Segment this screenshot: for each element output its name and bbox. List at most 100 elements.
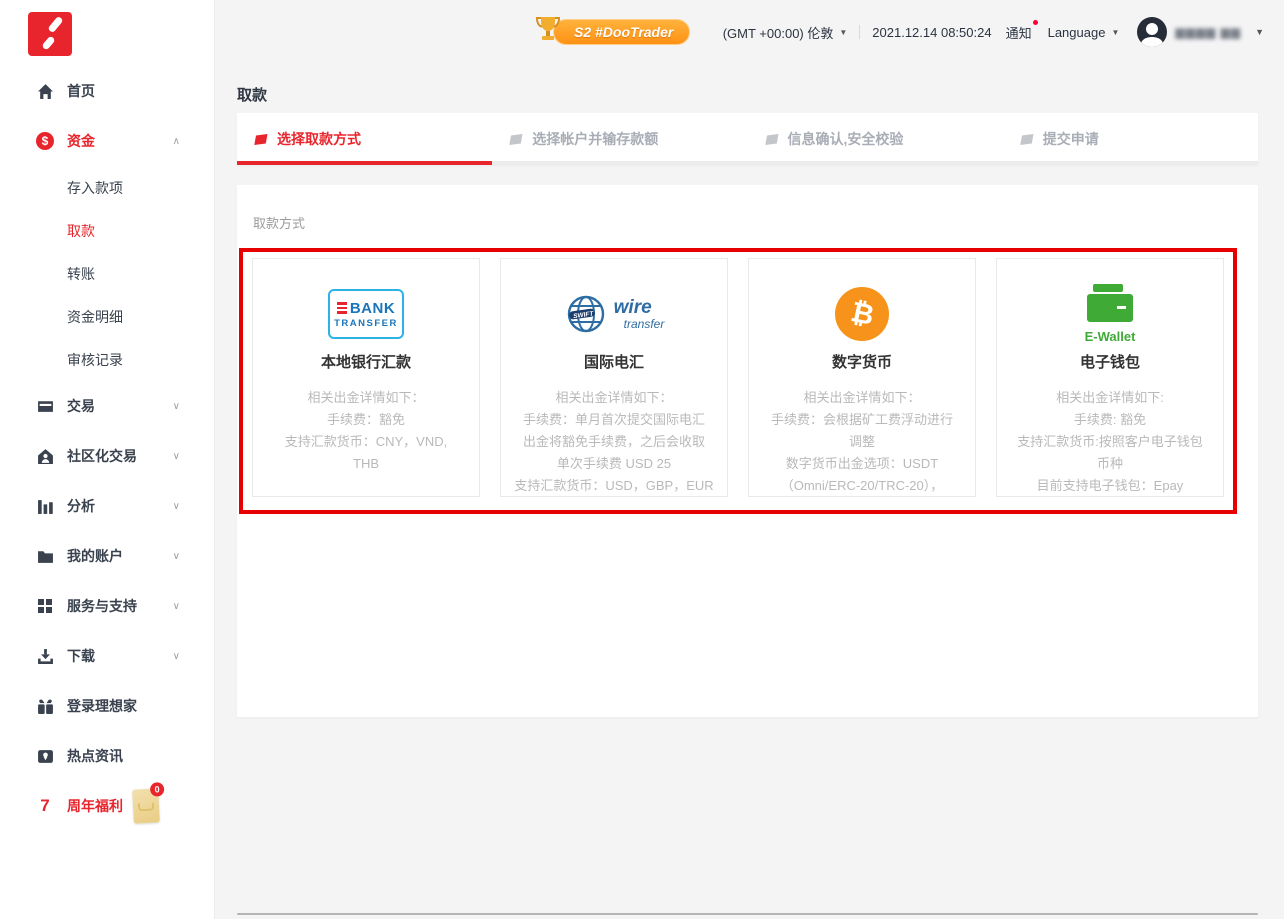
sidebar-item-login-idealhub[interactable]: 登录理想家 bbox=[0, 681, 214, 731]
sidebar-item-fund-details[interactable]: 资金明细 bbox=[0, 295, 214, 338]
sidebar-item-deposit[interactable]: 存入款项 bbox=[0, 166, 214, 209]
bitcoin-symbol: ₿ bbox=[848, 296, 877, 332]
ewallet-logo: E-Wallet bbox=[997, 275, 1223, 353]
card-title: 本地银行汇款 bbox=[253, 353, 479, 373]
chevron-down-icon bbox=[173, 451, 180, 462]
transfer-word: TRANSFER bbox=[334, 318, 398, 329]
user-avatar[interactable] bbox=[1137, 17, 1167, 47]
gift-icon bbox=[36, 697, 54, 715]
sidebar-item-label: 登录理想家 bbox=[67, 696, 137, 716]
step-choose-method[interactable]: 选择取款方式 bbox=[237, 113, 492, 165]
community-house-icon bbox=[36, 447, 54, 465]
step-submit[interactable]: 提交申请 bbox=[1003, 113, 1258, 165]
dollar-icon: $ bbox=[36, 132, 54, 150]
step-account-amount[interactable]: 选择帐户并输存款额 bbox=[492, 113, 747, 165]
sidebar-menu: 首页 $ 资金 存入款项 取款 转账 资金明细 审核记录 交易 bbox=[0, 66, 214, 831]
user-menu-caret[interactable]: ▼ bbox=[1255, 27, 1264, 37]
doo-prime-logo[interactable] bbox=[28, 12, 72, 56]
avatar-bust bbox=[1141, 37, 1163, 47]
section-label: 取款方式 bbox=[253, 213, 305, 232]
avatar-head bbox=[1146, 23, 1158, 35]
sidebar-item-audit-records[interactable]: 审核记录 bbox=[0, 338, 214, 381]
language-label: Language bbox=[1048, 25, 1106, 40]
anniversary-7: 7 bbox=[36, 796, 54, 816]
step-label: 选择帐户并输存款额 bbox=[532, 129, 658, 149]
sidebar-item-anniversary[interactable]: 7 周年福利 0 bbox=[0, 781, 214, 831]
sidebar-item-withdrawal[interactable]: 取款 bbox=[0, 209, 214, 252]
withdrawal-methods-panel: 取款方式 BANK TRANSFER 本地银行汇款 相关出金详情如下： bbox=[237, 185, 1258, 717]
gold-voucher-icon[interactable]: 0 bbox=[132, 788, 160, 823]
flag-icon bbox=[765, 133, 779, 146]
sidebar-item-label: 社区化交易 bbox=[67, 446, 137, 466]
sidebar-item-services-support[interactable]: 服务与支持 bbox=[0, 581, 214, 631]
bitcoin-logo: ₿ bbox=[749, 275, 975, 353]
chevron-down-icon bbox=[173, 401, 180, 412]
card-title: 国际电汇 bbox=[501, 353, 727, 373]
sidebar-item-download[interactable]: 下载 bbox=[0, 631, 214, 681]
location-news-icon bbox=[36, 747, 54, 765]
card-international-wire[interactable]: SWIFT wire transfer 国际电汇 相关出金详情如下： 手续费：单… bbox=[500, 258, 728, 497]
chevron-down-icon bbox=[173, 501, 180, 512]
sidebar-item-hot-news[interactable]: 热点资讯 bbox=[0, 731, 214, 781]
flag-icon bbox=[1020, 133, 1034, 146]
dootrader-badge[interactable]: S2 #DooTrader bbox=[533, 14, 690, 49]
sidebar-item-label: 首页 bbox=[67, 81, 95, 101]
card-e-wallet[interactable]: E-Wallet 电子钱包 相关出金详情如下: 手续费: 豁免 支持汇款货币:按… bbox=[996, 258, 1224, 497]
download-icon bbox=[36, 647, 54, 665]
step-label: 信息确认,安全校验 bbox=[788, 129, 904, 149]
chevron-down-icon bbox=[173, 551, 180, 562]
sidebar-item-my-account[interactable]: 我的账户 bbox=[0, 531, 214, 581]
card-title: 电子钱包 bbox=[997, 353, 1223, 373]
card-description: 相关出金详情如下： 手续费：会根据矿工费浮动进行 调整 数字货币出金选项：USD… bbox=[749, 387, 975, 497]
sidebar-item-community-trading[interactable]: 社区化交易 bbox=[0, 431, 214, 481]
flag-icon bbox=[509, 133, 523, 146]
sidebar-item-home[interactable]: 首页 bbox=[0, 66, 214, 116]
sidebar-item-trading[interactable]: 交易 bbox=[0, 381, 214, 431]
sidebar-item-label: 分析 bbox=[67, 496, 95, 516]
sidebar-item-label: 热点资讯 bbox=[67, 746, 123, 766]
sidebar-item-funds[interactable]: $ 资金 bbox=[0, 116, 214, 166]
sidebar-item-label: 我的账户 bbox=[67, 546, 123, 566]
step-underline bbox=[492, 161, 747, 165]
notifications-label: 通知 bbox=[1006, 26, 1032, 41]
badge-label: S2 #DooTrader bbox=[553, 19, 690, 45]
timezone-selector[interactable]: (GMT +00:00) 伦敦 bbox=[723, 23, 848, 42]
bottom-scrollbar[interactable] bbox=[237, 913, 1258, 915]
home-icon bbox=[36, 82, 54, 100]
bank-word: BANK bbox=[350, 300, 395, 317]
bank-bars-icon bbox=[337, 302, 347, 314]
card-description: 相关出金详情如下: 手续费: 豁免 支持汇款货币:按照客户电子钱包 币种 目前支… bbox=[997, 387, 1223, 497]
bank-transfer-logo: BANK TRANSFER bbox=[253, 275, 479, 353]
step-confirm-verify[interactable]: 信息确认,安全校验 bbox=[748, 113, 1003, 165]
sidebar-item-label: 周年福利 bbox=[67, 796, 123, 816]
sidebar-item-label: 审核记录 bbox=[67, 350, 123, 370]
username-blurred: ▆▆▆▆ ▆▆ bbox=[1175, 25, 1241, 39]
chevron-down-icon bbox=[173, 651, 180, 662]
ewallet-word: E-Wallet bbox=[1085, 329, 1136, 344]
sidebar-item-label: 存入款项 bbox=[67, 178, 123, 198]
step-underline bbox=[1003, 161, 1258, 165]
chevron-up-icon bbox=[173, 136, 180, 147]
sidebar-item-analysis[interactable]: 分析 bbox=[0, 481, 214, 531]
divider bbox=[859, 25, 860, 39]
card-local-bank-transfer[interactable]: BANK TRANSFER 本地银行汇款 相关出金详情如下： 手续费：豁免 支持… bbox=[252, 258, 480, 497]
sidebar-item-transfer[interactable]: 转账 bbox=[0, 252, 214, 295]
step-label: 选择取款方式 bbox=[277, 129, 361, 149]
language-selector[interactable]: Language bbox=[1048, 25, 1120, 40]
flag-icon bbox=[254, 133, 268, 146]
card-digital-currency[interactable]: ₿ 数字货币 相关出金详情如下： 手续费：会根据矿工费浮动进行 调整 数字货币出… bbox=[748, 258, 976, 497]
folder-icon bbox=[36, 547, 54, 565]
main-area: S2 #DooTrader (GMT +00:00) 伦敦 2021.12.14… bbox=[215, 0, 1284, 919]
sidebar-item-label: 资金 bbox=[67, 131, 95, 151]
top-header: S2 #DooTrader (GMT +00:00) 伦敦 2021.12.14… bbox=[215, 0, 1284, 64]
datetime-label: 2021.12.14 08:50:24 bbox=[872, 25, 991, 40]
sidebar-item-label: 服务与支持 bbox=[67, 596, 137, 616]
notifications-link[interactable]: 通知 bbox=[1006, 23, 1032, 42]
transfer-word: transfer bbox=[624, 318, 665, 330]
monitor-icon bbox=[36, 397, 54, 415]
wire-word: wire bbox=[614, 298, 665, 317]
grid-icon bbox=[36, 597, 54, 615]
step-underline bbox=[748, 161, 1003, 165]
chevron-down-icon bbox=[173, 601, 180, 612]
timezone-label: (GMT +00:00) 伦敦 bbox=[723, 23, 834, 42]
